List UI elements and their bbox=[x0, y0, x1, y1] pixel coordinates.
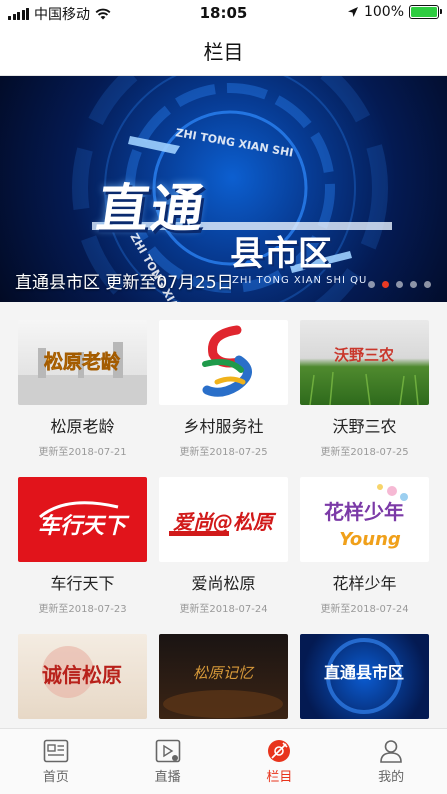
thumb-text: 爱尚@松原 bbox=[173, 510, 277, 534]
thumb-text: 松原记忆 bbox=[193, 664, 255, 682]
location-arrow-icon bbox=[347, 7, 358, 17]
battery-icon bbox=[409, 5, 442, 19]
program-card[interactable]: 松原记忆 bbox=[159, 634, 288, 719]
program-card[interactable]: 爱尚@松原 爱尚松原 更新至2018-07-24 bbox=[159, 477, 288, 615]
tab-label: 我的 bbox=[378, 770, 405, 785]
rural-service-logo bbox=[202, 325, 252, 397]
program-thumbnail: 诚信松原 bbox=[18, 634, 147, 719]
program-thumbnail: 沃野三农 bbox=[300, 320, 429, 405]
tab-bar: 首页 直播 栏目 我的 bbox=[0, 728, 447, 794]
program-title: 花样少年 bbox=[332, 574, 397, 593]
program-update-date: 更新至2018-07-24 bbox=[320, 604, 409, 615]
tab-label: 栏目 bbox=[266, 770, 293, 785]
tab-columns[interactable]: 栏目 bbox=[224, 729, 336, 794]
banner-logo-sub: 县市区 bbox=[230, 234, 332, 274]
battery-percent: 100% bbox=[363, 4, 404, 20]
status-bar: 中国移动 18:05 100% bbox=[0, 0, 447, 26]
program-title: 松原老龄 bbox=[50, 417, 115, 436]
column-icon bbox=[268, 740, 291, 762]
program-title: 车行天下 bbox=[50, 574, 115, 593]
page-title: 栏目 bbox=[203, 40, 244, 64]
program-card[interactable]: 乡村服务社 更新至2018-07-25 bbox=[159, 320, 288, 458]
thumb-text: 沃野三农 bbox=[334, 346, 394, 364]
banner-caption: 直通县市区 更新至07月25日 bbox=[15, 273, 234, 293]
banner-pinyin: ZHI TONG XIAN SHI QU bbox=[232, 275, 368, 286]
carousel-dot[interactable] bbox=[424, 281, 431, 288]
thumb-text: 车行天下 bbox=[38, 513, 130, 539]
program-thumbnail: 松原记忆 bbox=[159, 634, 288, 719]
thumb-text: 花样少年 bbox=[324, 500, 404, 524]
tab-label: 首页 bbox=[42, 770, 69, 785]
program-update-date: 更新至2018-07-21 bbox=[38, 447, 127, 458]
carousel-dot[interactable] bbox=[382, 281, 389, 288]
screen: 中国移动 18:05 100% 栏目 ZHI TONG XIAN SHI ZHI… bbox=[0, 0, 447, 794]
live-video-icon bbox=[155, 739, 180, 763]
thumb-text: 松原老龄 bbox=[44, 350, 121, 373]
status-right: 100% bbox=[347, 4, 442, 20]
program-thumbnail: 爱尚@松原 bbox=[159, 477, 288, 562]
program-card[interactable]: 花样少年 Young 花样少年 更新至2018-07-24 bbox=[300, 477, 429, 615]
carousel-dot[interactable] bbox=[410, 281, 417, 288]
carousel-dot[interactable] bbox=[396, 281, 403, 288]
program-title: 乡村服务社 bbox=[183, 417, 264, 436]
carousel-dot[interactable] bbox=[368, 281, 375, 288]
program-card[interactable]: 松原老龄 松原老龄 更新至2018-07-21 bbox=[18, 320, 147, 458]
program-thumbnail: 松原老龄 bbox=[18, 320, 147, 405]
banner-logo-main: 直通 bbox=[93, 178, 210, 240]
tab-label: 直播 bbox=[154, 770, 181, 785]
program-title: 沃野三农 bbox=[332, 417, 397, 436]
thumb-text: 诚信松原 bbox=[42, 663, 122, 687]
tab-home[interactable]: 首页 bbox=[0, 729, 112, 794]
program-thumbnail: 直通县市区 bbox=[300, 634, 429, 719]
thumb-text: 直通县市区 bbox=[324, 663, 404, 682]
svg-text:ZHI TONG XIAN SHI: ZHI TONG XIAN SHI bbox=[174, 126, 294, 160]
program-update-date: 更新至2018-07-25 bbox=[320, 447, 409, 458]
program-thumbnail bbox=[159, 320, 288, 405]
program-card[interactable]: 沃野三农 沃野三农 更新至2018-07-25 bbox=[300, 320, 429, 458]
thumb-text-2: Young bbox=[339, 529, 401, 550]
program-card[interactable]: 直通县市区 bbox=[300, 634, 429, 719]
program-title: 爱尚松原 bbox=[191, 574, 256, 593]
tab-live[interactable]: 直播 bbox=[112, 729, 224, 794]
program-update-date: 更新至2018-07-23 bbox=[38, 604, 127, 615]
tab-mine[interactable]: 我的 bbox=[335, 729, 447, 794]
battery-fill bbox=[411, 7, 437, 17]
program-update-date: 更新至2018-07-24 bbox=[179, 604, 268, 615]
user-icon bbox=[380, 740, 402, 763]
news-icon bbox=[43, 739, 69, 763]
carousel-indicator bbox=[368, 281, 431, 288]
program-thumbnail: 花样少年 Young bbox=[300, 477, 429, 562]
program-card[interactable]: 车行天下 车行天下 更新至2018-07-23 bbox=[18, 477, 147, 615]
program-thumbnail: 车行天下 bbox=[18, 477, 147, 562]
program-card[interactable]: 诚信松原 bbox=[18, 634, 147, 719]
program-update-date: 更新至2018-07-25 bbox=[179, 447, 268, 458]
nav-bar: 栏目 bbox=[0, 26, 447, 76]
